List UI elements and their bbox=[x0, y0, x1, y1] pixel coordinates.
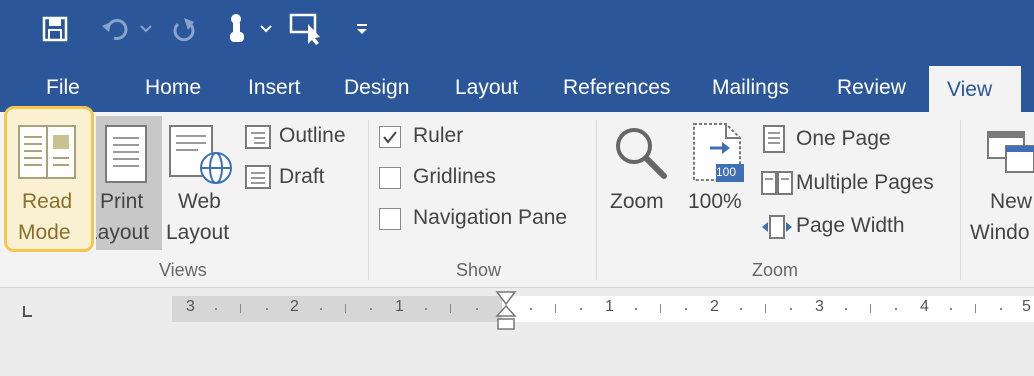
ruler-dot bbox=[685, 308, 687, 310]
ruler-dot bbox=[215, 308, 217, 310]
ruler-dot bbox=[790, 308, 792, 310]
zoom-label[interactable]: Zoom bbox=[610, 190, 664, 214]
ruler-number: 2 bbox=[710, 298, 719, 315]
show-separator bbox=[596, 120, 597, 280]
tab-file[interactable]: File bbox=[46, 64, 80, 112]
tab-home[interactable]: Home bbox=[145, 64, 201, 112]
tab-design[interactable]: Design bbox=[344, 64, 409, 112]
multiple-pages-label[interactable]: Multiple Pages bbox=[796, 171, 934, 195]
new-window-icon[interactable] bbox=[986, 122, 1034, 178]
zoom-100-badge: 100 bbox=[716, 165, 737, 179]
ruler-number: 3 bbox=[186, 298, 195, 315]
ruler-number: 2 bbox=[290, 298, 299, 315]
screen-clip-icon[interactable] bbox=[288, 12, 324, 46]
ruler-dot bbox=[370, 308, 372, 310]
zoom-group-label: Zoom bbox=[752, 260, 799, 280]
ruler-dot bbox=[845, 308, 847, 310]
ruler-tick bbox=[345, 304, 346, 313]
zoom-icon[interactable] bbox=[612, 124, 672, 184]
save-icon[interactable] bbox=[40, 14, 70, 44]
print-layout-label-clip: Layout bbox=[96, 221, 162, 245]
ruler-tick bbox=[765, 304, 766, 313]
customize-toolbar-icon[interactable] bbox=[355, 22, 369, 36]
checkmark-icon bbox=[383, 131, 397, 144]
outline-icon[interactable] bbox=[244, 124, 272, 150]
tab-layout[interactable]: Layout bbox=[455, 64, 518, 112]
print-layout-label-1: Print bbox=[100, 190, 144, 213]
ruler-dot bbox=[425, 308, 427, 310]
touch-dropdown-icon[interactable] bbox=[260, 24, 272, 34]
ruler-dot bbox=[950, 308, 952, 310]
ruler-number: 1 bbox=[605, 298, 614, 315]
web-layout-icon[interactable] bbox=[168, 124, 234, 186]
page-width-icon[interactable] bbox=[760, 214, 794, 240]
gridlines-checkbox[interactable] bbox=[379, 167, 401, 189]
ruler-dot bbox=[476, 308, 478, 310]
tab-references[interactable]: References bbox=[563, 64, 670, 112]
ruler-dot bbox=[530, 308, 532, 310]
zoom-100-label[interactable]: 100% bbox=[688, 190, 742, 214]
tab-mailings[interactable]: Mailings bbox=[712, 64, 789, 112]
new-window-label-2[interactable]: Windo bbox=[970, 221, 1030, 245]
undo-icon[interactable] bbox=[100, 16, 132, 44]
tab-selector[interactable] bbox=[16, 300, 38, 322]
ruler-left-margin bbox=[172, 296, 502, 322]
tab-view[interactable]: View bbox=[947, 66, 992, 114]
undo-dropdown-icon[interactable] bbox=[140, 24, 152, 34]
one-page-label[interactable]: One Page bbox=[796, 127, 891, 151]
ruler-tick bbox=[450, 304, 451, 313]
ruler-tick bbox=[975, 304, 976, 313]
page-width-label[interactable]: Page Width bbox=[796, 214, 905, 238]
ruler-dot bbox=[266, 308, 268, 310]
ruler-tick bbox=[555, 304, 556, 313]
tab-review[interactable]: Review bbox=[837, 64, 906, 112]
ruler-dot bbox=[320, 308, 322, 310]
ruler-tick bbox=[660, 304, 661, 313]
ruler-dot bbox=[635, 308, 637, 310]
read-mode-icon bbox=[18, 125, 76, 179]
read-mode-label-1: Read bbox=[22, 190, 73, 213]
ruler-number: 4 bbox=[920, 298, 929, 315]
gridlines-label[interactable]: Gridlines bbox=[413, 165, 496, 189]
draft-icon[interactable] bbox=[244, 164, 272, 190]
one-page-icon[interactable] bbox=[762, 124, 786, 154]
touch-mode-icon[interactable] bbox=[222, 12, 254, 46]
zoom-separator bbox=[960, 120, 961, 280]
ruler-tick bbox=[240, 304, 241, 313]
print-layout-icon[interactable] bbox=[104, 124, 148, 184]
new-window-label-1[interactable]: New bbox=[990, 190, 1032, 214]
quick-access-toolbar bbox=[0, 0, 1034, 64]
web-layout-label-2: Layout bbox=[166, 221, 230, 244]
redo-icon[interactable] bbox=[168, 14, 200, 46]
ruler-dot bbox=[1000, 308, 1002, 310]
tab-insert[interactable]: Insert bbox=[248, 64, 301, 112]
outline-label[interactable]: Outline bbox=[279, 124, 346, 148]
print-layout-label-2: Layout bbox=[96, 221, 150, 244]
ruler-dot bbox=[740, 308, 742, 310]
ruler-tick bbox=[870, 304, 871, 313]
views-separator bbox=[368, 120, 369, 280]
multiple-pages-icon[interactable] bbox=[760, 170, 794, 196]
navigation-pane-label[interactable]: Navigation Pane bbox=[413, 206, 567, 230]
left-tab-icon bbox=[23, 306, 32, 317]
navigation-pane-checkbox[interactable] bbox=[379, 208, 401, 230]
ruler-dot bbox=[895, 308, 897, 310]
draft-label[interactable]: Draft bbox=[279, 165, 325, 189]
views-group-label: Views bbox=[159, 260, 207, 280]
ruler-label[interactable]: Ruler bbox=[413, 124, 463, 148]
show-group-label: Show bbox=[456, 260, 502, 280]
read-mode-label-2: Mode bbox=[18, 221, 71, 244]
ruler-number: 3 bbox=[815, 298, 824, 315]
indent-marker[interactable] bbox=[495, 290, 517, 334]
ruler-dot bbox=[580, 308, 582, 310]
ruler-checkbox[interactable] bbox=[379, 126, 401, 148]
ruler-number: 1 bbox=[395, 298, 404, 315]
web-layout-label-1b: Web bbox=[178, 190, 221, 213]
ruler-number: 5 bbox=[1022, 298, 1031, 315]
